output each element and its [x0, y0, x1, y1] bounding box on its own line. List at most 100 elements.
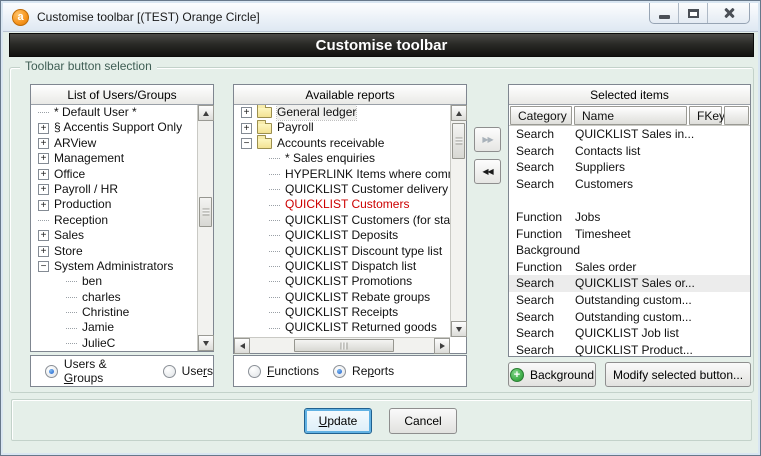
update-label: pdate	[327, 414, 357, 428]
cancel-button[interactable]: Cancel	[389, 408, 457, 434]
selected-item-row[interactable]: SearchOutstanding custom...	[509, 309, 750, 326]
selected-item-row[interactable]: SearchSuppliers	[509, 159, 750, 176]
background-button[interactable]: + Background	[508, 362, 596, 387]
users-tree-item[interactable]: +Store	[31, 244, 197, 259]
users-tree-item-label: System Administrators	[54, 259, 173, 274]
users-tree-item-label: Christine	[82, 305, 129, 320]
expand-icon[interactable]: +	[38, 138, 49, 149]
radio-icon[interactable]	[45, 365, 58, 378]
users-tree-item[interactable]: JulieC	[31, 336, 197, 351]
close-button[interactable]	[708, 3, 749, 23]
reports-horizontal-scrollbar[interactable]	[234, 337, 450, 353]
title-bar[interactable]: a Customise toolbar [(TEST) Orange Circl…	[3, 3, 758, 32]
reports-tree-item[interactable]: * Sales enquiries	[234, 151, 450, 166]
users-radio-0[interactable]: Users & Groups	[45, 357, 149, 385]
maximize-icon	[688, 9, 699, 18]
expand-icon[interactable]: +	[241, 123, 252, 134]
expand-icon[interactable]: +	[241, 107, 252, 118]
selected-item-row[interactable]: SearchOutstanding custom...	[509, 292, 750, 309]
reports-tree-item[interactable]: HYPERLINK Items where committe	[234, 167, 450, 182]
tree-connector	[269, 328, 280, 329]
reports-tree-item[interactable]: QUICKLIST Customer delivery add	[234, 182, 450, 197]
maximize-button[interactable]	[679, 3, 708, 23]
users-tree-item[interactable]: +§ Accentis Support Only	[31, 120, 197, 135]
users-tree-item[interactable]: * Default User *	[31, 105, 197, 120]
selected-item-row[interactable]: SearchQUICKLIST Sales in...	[509, 126, 750, 143]
reports-tree-item-label: QUICKLIST Customer delivery add	[285, 182, 450, 197]
scroll-down-button[interactable]	[451, 321, 467, 337]
reports-tree-item[interactable]: QUICKLIST Dispatch list	[234, 259, 450, 274]
radio-icon[interactable]	[333, 365, 346, 378]
radio-icon[interactable]	[163, 365, 176, 378]
scroll-left-button[interactable]	[234, 338, 250, 354]
users-tree-item[interactable]: +Management	[31, 151, 197, 166]
expand-icon[interactable]: +	[38, 200, 49, 211]
reports-tree-item[interactable]: QUICKLIST Returned goods	[234, 320, 450, 335]
selected-item-row[interactable]: FunctionSales order	[509, 259, 750, 276]
users-tree-item[interactable]: charles	[31, 290, 197, 305]
row-name	[575, 242, 750, 259]
minimize-button[interactable]	[650, 3, 679, 23]
reports-radio-1[interactable]: Reports	[333, 364, 394, 378]
users-tree-item[interactable]: Christine	[31, 305, 197, 320]
users-tree-item[interactable]: Jamie	[31, 320, 197, 335]
reports-tree-item[interactable]: QUICKLIST Customers	[234, 197, 450, 212]
expand-icon[interactable]: +	[38, 169, 49, 180]
users-tree-item-label: charles	[82, 290, 121, 305]
selected-item-row[interactable]: SearchQUICKLIST Product...	[509, 342, 750, 356]
move-left-button[interactable]: ◀◀	[474, 159, 501, 184]
users-tree-item[interactable]: Reception	[31, 213, 197, 228]
expand-icon[interactable]: +	[38, 153, 49, 164]
selected-item-row[interactable]: SearchCustomers	[509, 176, 750, 193]
modify-selected-button[interactable]: Modify selected button...	[605, 362, 751, 387]
reports-tree-item[interactable]: +Payroll	[234, 120, 450, 135]
scrollbar-thumb[interactable]	[199, 197, 212, 227]
users-tree-item[interactable]: +Payroll / HR	[31, 182, 197, 197]
users-vertical-scrollbar[interactable]	[197, 105, 213, 351]
collapse-icon[interactable]: −	[241, 138, 252, 149]
reports-vertical-scrollbar[interactable]	[450, 105, 466, 337]
reports-tree-item[interactable]: QUICKLIST Promotions	[234, 274, 450, 289]
reports-tree-item[interactable]: QUICKLIST Discount type list	[234, 244, 450, 259]
users-radio-1[interactable]: Users	[163, 364, 213, 378]
radio-icon[interactable]	[248, 365, 261, 378]
selected-item-row[interactable]	[509, 192, 750, 209]
reports-tree-item[interactable]: −Accounts receivable	[234, 136, 450, 151]
scrollbar-thumb[interactable]	[294, 339, 394, 352]
scrollbar-thumb[interactable]	[452, 123, 465, 159]
users-tree-item[interactable]: ben	[31, 274, 197, 289]
column-header-name[interactable]: Name	[574, 106, 687, 125]
reports-tree-item[interactable]: QUICKLIST Rebate groups	[234, 290, 450, 305]
selected-item-row[interactable]: SearchQUICKLIST Sales or...	[509, 275, 750, 292]
expand-icon[interactable]: +	[38, 230, 49, 241]
expand-icon[interactable]: +	[38, 123, 49, 134]
reports-tree-item[interactable]: QUICKLIST Receipts	[234, 305, 450, 320]
selected-item-row[interactable]: Background	[509, 242, 750, 259]
users-tree-item[interactable]: +Office	[31, 167, 197, 182]
expand-icon[interactable]: +	[38, 184, 49, 195]
update-button[interactable]: Update	[304, 408, 372, 434]
folder-icon	[257, 123, 272, 134]
selected-item-row[interactable]: FunctionJobs	[509, 209, 750, 226]
scroll-down-button[interactable]	[198, 335, 214, 351]
scroll-up-button[interactable]	[198, 105, 214, 121]
users-tree-item[interactable]: +ARView	[31, 136, 197, 151]
scroll-up-button[interactable]	[451, 105, 467, 121]
selected-item-row[interactable]: FunctionTimesheet	[509, 226, 750, 243]
reports-tree-item[interactable]: +General ledger	[234, 105, 450, 120]
users-tree-item[interactable]: +Production	[31, 197, 197, 212]
users-tree-item[interactable]: +Sales	[31, 228, 197, 243]
reports-radio-0[interactable]: Functions	[248, 364, 319, 378]
scroll-right-button[interactable]	[434, 338, 450, 354]
users-tree-item[interactable]: −System Administrators	[31, 259, 197, 274]
move-right-button[interactable]: ▶▶	[474, 127, 501, 152]
reports-tree-item[interactable]: QUICKLIST Deposits	[234, 228, 450, 243]
selected-item-row[interactable]: SearchQUICKLIST Job list	[509, 325, 750, 342]
selected-item-row[interactable]: SearchContacts list	[509, 143, 750, 160]
collapse-icon[interactable]: −	[38, 261, 49, 272]
column-header-category[interactable]: Category	[510, 106, 572, 125]
expand-icon[interactable]: +	[38, 246, 49, 257]
column-header-fkey[interactable]: FKey	[689, 106, 722, 125]
reports-tree-item[interactable]: QUICKLIST Customers (for stateme	[234, 213, 450, 228]
reports-tree-item-label: QUICKLIST Discount type list	[285, 244, 442, 259]
